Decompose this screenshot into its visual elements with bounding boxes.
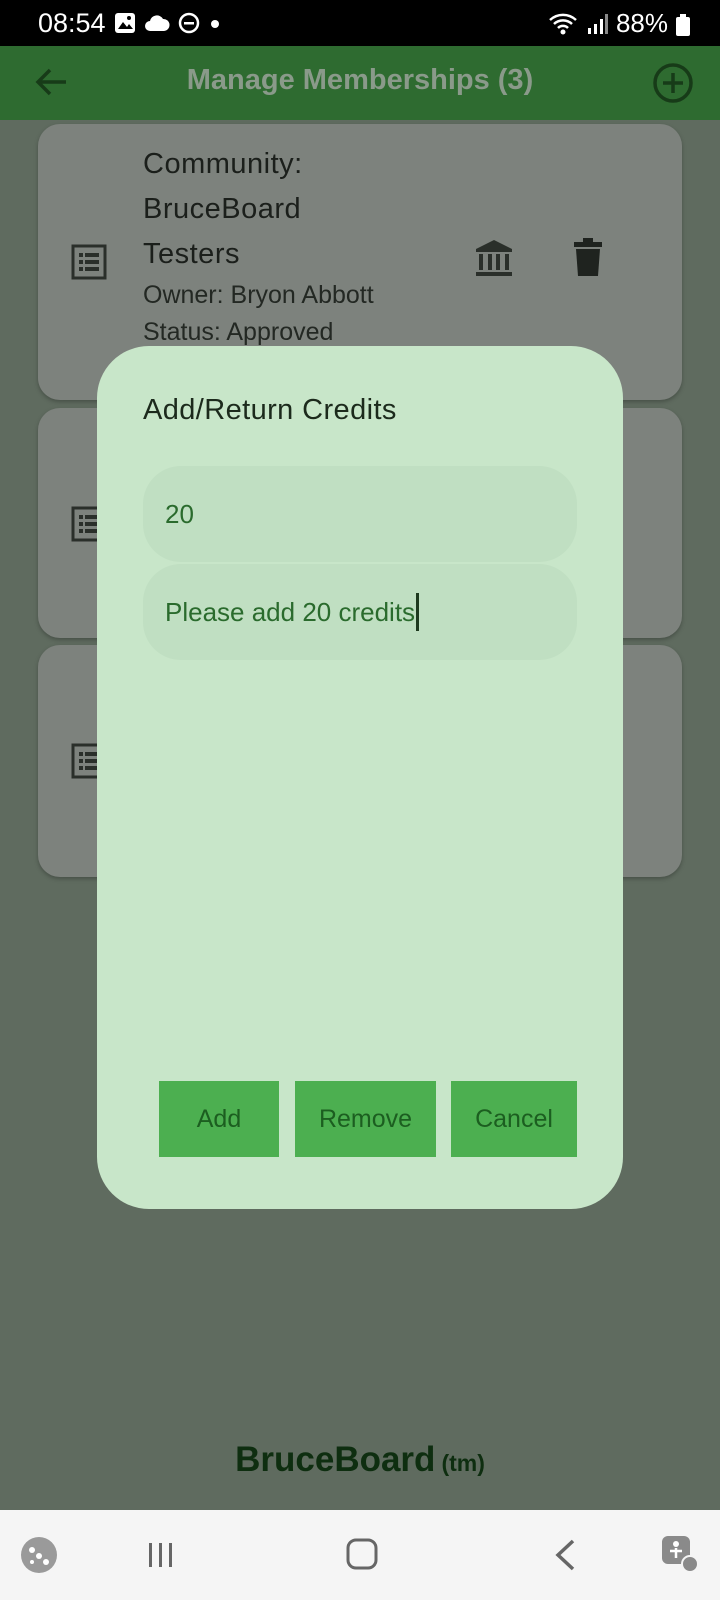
- battery-percent: 88%: [615, 8, 668, 38]
- card-text: Community: BruceBoard Testers Owner: Bry…: [143, 142, 374, 351]
- battery-icon: [676, 14, 690, 36]
- community-name-line: Testers: [143, 238, 240, 270]
- bank-icon[interactable]: [474, 238, 514, 278]
- credits-note-field[interactable]: Please add 20 credits: [143, 564, 577, 660]
- trash-icon[interactable]: [570, 238, 606, 278]
- cancel-button[interactable]: Cancel: [451, 1081, 577, 1157]
- wifi-icon: [549, 13, 577, 34]
- accessibility-icon[interactable]: [660, 1534, 700, 1574]
- status-left-icons: [114, 12, 222, 34]
- owner-label: Owner: Bryon Abbott: [143, 281, 374, 309]
- dialog-title: Add/Return Credits: [143, 394, 397, 426]
- list-icon: [71, 244, 107, 280]
- cloud-icon: [145, 15, 170, 31]
- system-nav-bar: [0, 1510, 720, 1600]
- add-button[interactable]: Add: [159, 1081, 279, 1157]
- credits-amount-field[interactable]: 20: [143, 466, 577, 562]
- home-icon[interactable]: [346, 1538, 378, 1570]
- credits-note-value: Please add 20 credits: [165, 596, 416, 627]
- brand-footer: BruceBoard (tm): [0, 1440, 720, 1480]
- community-name-line: BruceBoard: [143, 193, 302, 225]
- add-return-credits-dialog: Add/Return Credits 20 Please add 20 cred…: [97, 346, 623, 1209]
- status-time: 08:54: [38, 8, 106, 38]
- app-bar: Manage Memberships (3): [0, 46, 720, 120]
- community-name-line: Community:: [143, 148, 303, 180]
- brand-name: BruceBoard: [235, 1440, 436, 1479]
- back-nav-icon[interactable]: [553, 1538, 577, 1572]
- gallery-icon: [115, 13, 135, 33]
- recent-apps-icon[interactable]: [146, 1540, 176, 1570]
- status-right-icons: 88%: [548, 8, 668, 39]
- plus-circle-icon[interactable]: [652, 62, 694, 104]
- remove-button[interactable]: Remove: [295, 1081, 436, 1157]
- game-launcher-icon[interactable]: [20, 1536, 58, 1574]
- brand-tm: (tm): [441, 1450, 485, 1476]
- text-cursor: [416, 593, 420, 631]
- signal-icon: [587, 13, 608, 34]
- dot-icon: [211, 20, 219, 28]
- page-title: Manage Memberships (3): [186, 64, 534, 96]
- dnd-icon: [178, 12, 200, 34]
- status-bar: 08:54 88%: [0, 0, 720, 46]
- credits-amount-value: 20: [165, 498, 194, 529]
